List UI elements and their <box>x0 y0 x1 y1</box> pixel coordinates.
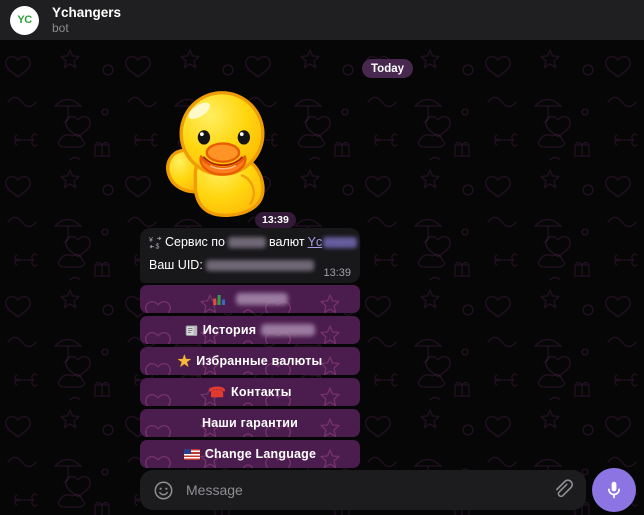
header-bar[interactable]: YC Ychangers bot <box>0 0 644 40</box>
chat-title: Ychangers <box>52 5 121 21</box>
attach-button[interactable] <box>551 479 573 501</box>
currency-exchange-icon: ¥ $ <box>149 236 162 249</box>
message-link[interactable]: Yc <box>308 235 323 249</box>
star-icon: ★ <box>178 354 192 369</box>
keyboard-button-history[interactable]: История <box>140 316 360 344</box>
message-input[interactable] <box>184 481 541 499</box>
microphone-icon <box>603 479 625 501</box>
composer <box>140 470 586 510</box>
message-timestamp: 13:39 <box>323 267 351 279</box>
uid-label: Ваш UID: <box>149 258 203 272</box>
keyboard-button-change-language[interactable]: Change Language <box>140 440 360 468</box>
redacted-text <box>228 237 266 248</box>
redacted-button-text <box>236 293 288 305</box>
redacted-link-text <box>323 237 357 248</box>
emoji-button[interactable] <box>153 480 174 501</box>
chat-subtitle: bot <box>52 21 121 35</box>
duck-drawing <box>168 93 263 216</box>
button-label: Наши гарантии <box>202 416 298 430</box>
avatar-initials: YC <box>17 14 31 26</box>
redacted-button-text <box>261 324 315 336</box>
mic-button[interactable] <box>592 468 636 512</box>
button-label: Контакты <box>231 385 292 399</box>
duck-sticker[interactable] <box>146 88 279 221</box>
inline-keyboard: История ★ Избранные валюты ☎ Контакты На… <box>140 285 360 468</box>
sticker-timestamp: 13:39 <box>255 212 296 228</box>
date-badge[interactable]: Today <box>362 59 413 78</box>
message-text-part2: валют <box>269 235 305 249</box>
button-label: Change Language <box>205 447 316 461</box>
bot-avatar[interactable]: YC <box>10 6 39 35</box>
message-text-part1: Сервис по <box>165 235 225 249</box>
redacted-uid-value <box>206 260 314 271</box>
keyboard-button-guarantees[interactable]: Наши гарантии <box>140 409 360 437</box>
message-line-1: ¥ $ Сервис по валют Yc <box>149 235 352 249</box>
keyboard-button-favorite-currencies[interactable]: ★ Избранные валюты <box>140 347 360 375</box>
us-flag-icon <box>184 449 200 460</box>
message-bubble: ¥ $ Сервис по валют Yc Ваш UID: 13:39 <box>140 228 360 283</box>
chat-window: YC Ychangers bot Today <box>0 0 644 515</box>
button-label: История <box>203 323 257 337</box>
keyboard-button-rates[interactable] <box>140 285 360 313</box>
phone-icon: ☎ <box>208 385 226 399</box>
newspaper-icon <box>185 324 198 337</box>
svg-text:$: $ <box>156 243 160 248</box>
button-label: Избранные валюты <box>196 354 322 368</box>
svg-text:¥: ¥ <box>149 237 153 244</box>
bar-chart-icon <box>212 292 226 306</box>
message-line-2: Ваш UID: <box>149 258 352 272</box>
smiley-icon <box>153 480 174 501</box>
header-text: Ychangers bot <box>52 5 121 36</box>
keyboard-button-contacts[interactable]: ☎ Контакты <box>140 378 360 406</box>
paperclip-icon <box>551 479 573 501</box>
